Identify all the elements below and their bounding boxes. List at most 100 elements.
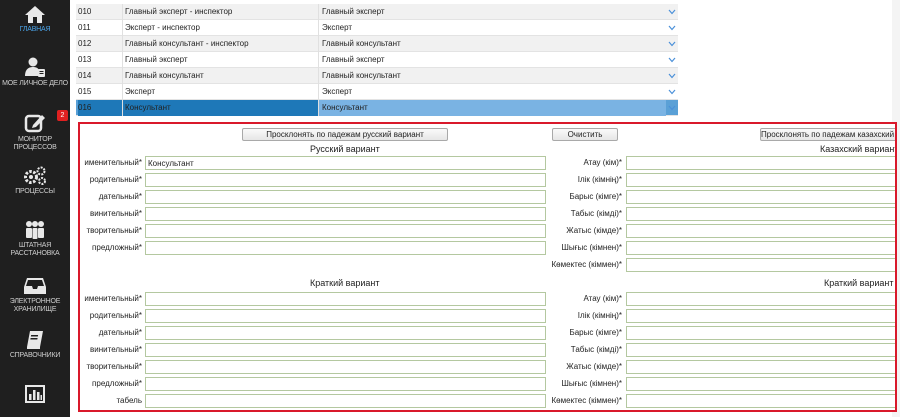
chevron-down-icon[interactable] xyxy=(666,84,678,100)
russian-case-label: именительный* xyxy=(84,158,142,167)
sidebar-item-reference-books[interactable]: СПРАВОЧНИКИ xyxy=(0,330,70,360)
sidebar-item-processes[interactable]: ПРОЦЕССЫ xyxy=(0,166,70,196)
sidebar-item-label: ЭЛЕКТРОННОЕ ХРАНИЛИЩЕ xyxy=(9,298,61,313)
clear-button[interactable]: Очистить xyxy=(552,128,618,141)
russian-short-case-input[interactable] xyxy=(145,292,546,306)
russian-short-case-input[interactable] xyxy=(145,394,546,408)
decline-russian-button[interactable]: Просклонять по падежам русский вариант xyxy=(242,128,448,141)
kazakh-case-label: Табыс (кімді)* xyxy=(570,209,622,218)
chevron-down-icon[interactable] xyxy=(666,68,678,84)
position-code: 011 xyxy=(78,23,91,32)
russian-case-input[interactable] xyxy=(145,224,546,238)
position-code: 013 xyxy=(78,55,92,64)
kazakh-case-input[interactable] xyxy=(626,224,895,238)
position-code: 010 xyxy=(78,7,92,16)
table-row[interactable]: 014 Главный консультант Главный консультан… xyxy=(76,68,678,84)
russian-case-label: винительный* xyxy=(90,209,142,218)
position-code: 012 xyxy=(78,39,92,48)
chevron-down-icon[interactable] xyxy=(666,20,678,36)
russian-case-input[interactable] xyxy=(145,156,546,170)
decline-kazakh-button[interactable]: Просклонять по падежам казахский вариант xyxy=(760,128,895,141)
position-name: Главный консультант xyxy=(122,68,318,84)
sidebar-item-label: МОЕ ЛИЧНОЕ ДЕЛО xyxy=(2,80,68,87)
position-select[interactable]: Консультант xyxy=(318,100,666,116)
table-row[interactable]: 013 Главный эксперт Главный эксперт xyxy=(76,52,678,68)
position-select[interactable]: Главный эксперт xyxy=(318,4,666,20)
table-row[interactable]: 011 Эксперт - инспектор Эксперт xyxy=(76,20,678,36)
kazakh-short-case-label: Атау (кім)* xyxy=(583,294,622,303)
position-select[interactable]: Главный эксперт xyxy=(318,52,666,68)
russian-short-case-input[interactable] xyxy=(145,309,546,323)
russian-short-case-label: предложный* xyxy=(92,379,142,388)
sidebar-item-staffing[interactable]: ШТАТНАЯ РАССТАНОВКА xyxy=(0,220,70,258)
kazakh-case-input[interactable] xyxy=(626,207,895,221)
table-row[interactable]: 012 Главный консультант - инспектор Главны… xyxy=(76,36,678,52)
kazakh-short-title: Краткий вариант xyxy=(824,278,894,288)
russian-case-input[interactable] xyxy=(145,173,546,187)
russian-short-case-label: творительный* xyxy=(86,362,142,371)
kazakh-short-case-input[interactable] xyxy=(626,326,895,340)
russian-case-input[interactable] xyxy=(145,190,546,204)
kazakh-case-label: Көмектес (кіммен)* xyxy=(551,260,622,269)
russian-case-input[interactable] xyxy=(145,207,546,221)
kazakh-short-case-label: Көмектес (кіммен)* xyxy=(551,396,622,405)
book-icon xyxy=(27,331,43,349)
kazakh-short-case-input[interactable] xyxy=(626,292,895,306)
position-select[interactable]: Эксперт xyxy=(318,20,666,36)
russian-case-input[interactable] xyxy=(145,241,546,255)
russian-short-case-input[interactable] xyxy=(145,360,546,374)
sidebar-item-label: ПРОЦЕССЫ xyxy=(15,188,55,195)
russian-short-case-input[interactable] xyxy=(145,377,546,391)
sidebar-item-label: ГЛАВНАЯ xyxy=(19,26,51,33)
edit-icon xyxy=(24,114,45,133)
russian-case-label: предложный* xyxy=(92,243,142,252)
russian-short-case-label: дательный* xyxy=(98,328,142,337)
table-row[interactable]: 010 Главный эксперт - инспектор Главный эк… xyxy=(76,4,678,20)
position-select[interactable]: Главный консультант xyxy=(318,68,666,84)
kazakh-short-case-label: Шығыс (кімнен)* xyxy=(561,379,622,388)
sidebar-item-personal-file[interactable]: МОЕ ЛИЧНОЕ ДЕЛО xyxy=(0,56,70,88)
sidebar-item-home[interactable]: ГЛАВНАЯ xyxy=(0,4,70,34)
kazakh-short-case-input[interactable] xyxy=(626,343,895,357)
chevron-down-icon[interactable] xyxy=(666,100,678,116)
kazakh-short-case-input[interactable] xyxy=(626,309,895,323)
russian-short-case-label: винительный* xyxy=(90,345,142,354)
russian-short-case-label: именительный* xyxy=(84,294,142,303)
position-name: Эксперт xyxy=(122,84,318,100)
people-icon xyxy=(26,221,44,239)
kazakh-short-case-label: Табыс (кімді)* xyxy=(570,345,622,354)
kazakh-short-case-input[interactable] xyxy=(626,360,895,374)
kazakh-short-case-input[interactable] xyxy=(626,377,895,391)
position-code: 014 xyxy=(78,71,92,80)
sidebar: ГЛАВНАЯ МОЕ ЛИЧНОЕ ДЕЛО МОНИТОР ПРОЦЕССО… xyxy=(0,0,70,417)
kazakh-case-label: Жатыс (кімде)* xyxy=(566,226,622,235)
sidebar-item-label: СПРАВОЧНИКИ xyxy=(9,352,61,359)
inbox-icon xyxy=(24,278,46,294)
gears-icon xyxy=(24,166,46,185)
kazakh-case-input[interactable] xyxy=(626,173,895,187)
russian-case-label: родительный* xyxy=(89,175,142,184)
chevron-down-icon[interactable] xyxy=(666,36,678,52)
russian-case-label: творительный* xyxy=(86,226,142,235)
kazakh-short-case-input[interactable] xyxy=(626,394,895,408)
kazakh-case-label: Барыс (кімге)* xyxy=(569,192,622,201)
position-select[interactable]: Главный консультант xyxy=(318,36,666,52)
table-row[interactable]: 015 Эксперт Эксперт xyxy=(76,84,678,100)
position-name: Главный эксперт - инспектор xyxy=(122,4,318,20)
declension-form: Просклонять по падежам русский вариант О… xyxy=(78,122,897,412)
russian-section-title: Русский вариант xyxy=(310,144,380,154)
kazakh-case-input[interactable] xyxy=(626,190,895,204)
russian-short-case-input[interactable] xyxy=(145,343,546,357)
chevron-down-icon[interactable] xyxy=(666,52,678,68)
chevron-down-icon[interactable] xyxy=(666,4,678,20)
kazakh-case-input[interactable] xyxy=(626,156,895,170)
russian-short-case-input[interactable] xyxy=(145,326,546,340)
position-name: Консультант xyxy=(122,100,318,116)
position-select[interactable]: Эксперт xyxy=(318,84,666,100)
sidebar-item-reports[interactable] xyxy=(0,384,70,404)
kazakh-case-input[interactable] xyxy=(626,241,895,255)
sidebar-item-e-storage[interactable]: ЭЛЕКТРОННОЕ ХРАНИЛИЩЕ xyxy=(0,276,70,314)
kazakh-case-label: Шығыс (кімнен)* xyxy=(561,243,622,252)
kazakh-case-input[interactable] xyxy=(626,258,895,272)
table-row[interactable]: 016 Консультант Консультант xyxy=(76,100,678,116)
